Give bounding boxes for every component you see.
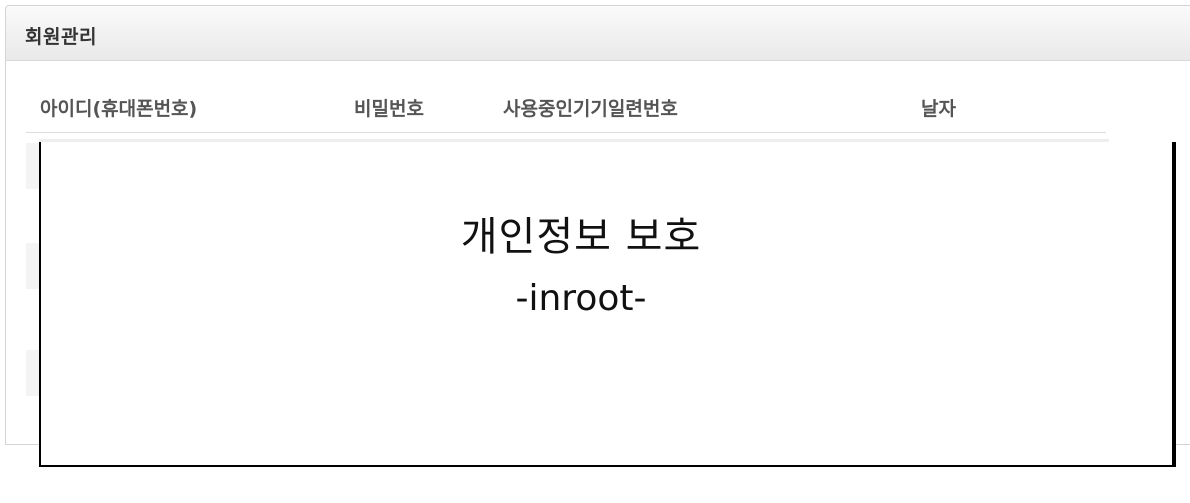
panel-title: 회원관리 bbox=[25, 26, 97, 48]
table-header-row: 아이디(휴대폰번호) 비밀번호 사용중인기기일련번호 날자 bbox=[26, 80, 1106, 133]
column-header-device-serial[interactable]: 사용중인기기일련번호 bbox=[503, 94, 678, 121]
column-header-id[interactable]: 아이디(휴대폰번호) bbox=[40, 94, 197, 121]
column-header-password[interactable]: 비밀번호 bbox=[354, 94, 424, 121]
column-header-date[interactable]: 날자 bbox=[921, 94, 956, 121]
privacy-subtitle: -inroot- bbox=[515, 278, 647, 319]
panel-header: 회원관리 bbox=[6, 6, 1190, 61]
privacy-overlay: 개인정보 보호 -inroot- bbox=[39, 142, 1176, 467]
privacy-title: 개인정보 보호 bbox=[460, 214, 702, 260]
